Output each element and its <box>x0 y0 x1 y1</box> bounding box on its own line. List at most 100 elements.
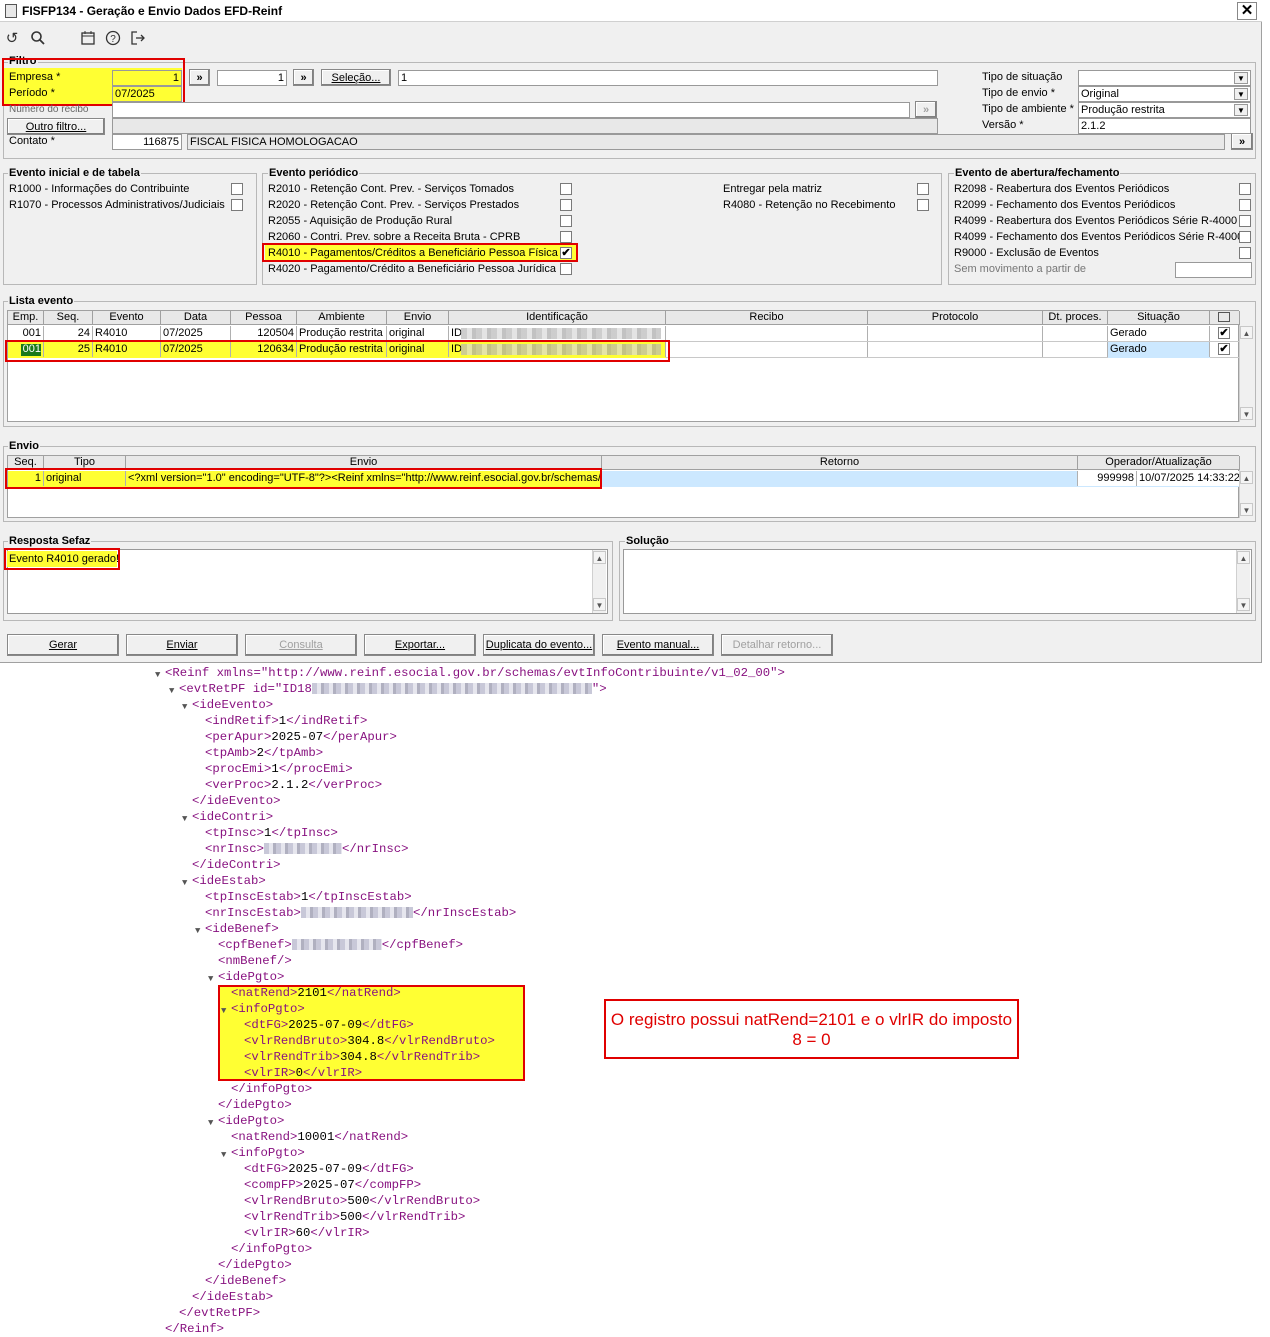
column-header[interactable]: Pessoa <box>231 311 297 325</box>
sem-movimento-input[interactable] <box>1175 262 1252 278</box>
column-header[interactable]: Evento <box>93 311 161 325</box>
tipo-envio-select[interactable]: Original <box>1078 86 1251 102</box>
contato-input[interactable]: 116875 <box>112 134 182 150</box>
column-chooser-icon[interactable] <box>1218 312 1230 322</box>
help-icon[interactable]: ? <box>104 30 122 48</box>
evento-manual-button[interactable]: Evento manual... <box>602 634 714 656</box>
evento-periodico-item: R2010 - Retenção Cont. Prev. - Serviços … <box>268 183 514 195</box>
solucao-textarea[interactable] <box>623 549 1252 614</box>
scroll-up-icon[interactable]: ▲ <box>1237 551 1250 564</box>
xml-line: <infoPgto> <box>231 1146 305 1160</box>
r2055-checkbox[interactable] <box>560 215 572 227</box>
chevron-down-icon[interactable]: ▼ <box>1234 72 1248 84</box>
evento-inicial-item: R1000 - Informações do Contribuinte <box>9 183 190 195</box>
row-checkbox[interactable]: ✔ <box>1218 343 1230 355</box>
column-header[interactable]: Ambiente <box>297 311 387 325</box>
column-header[interactable]: Dt. proces. <box>1043 311 1108 325</box>
scroll-down-icon[interactable]: ▼ <box>1240 503 1253 516</box>
r4099-fechamento-checkbox[interactable] <box>1239 231 1251 243</box>
resposta-scrollbar[interactable]: ▲ ▼ <box>592 550 606 613</box>
r4020-checkbox[interactable] <box>560 263 572 275</box>
scroll-up-icon[interactable]: ▲ <box>1240 471 1253 484</box>
xml-line: <dtFG>2025-07-09</dtFG> <box>244 1162 414 1176</box>
collapse-triangle-icon[interactable]: ▼ <box>182 699 187 715</box>
r2020-checkbox[interactable] <box>560 199 572 211</box>
envio-scrollbar[interactable]: ▲ ▼ <box>1239 470 1253 518</box>
collapse-triangle-icon[interactable]: ▼ <box>208 1115 213 1131</box>
scroll-down-icon[interactable]: ▼ <box>1237 598 1250 611</box>
column-header[interactable]: Recibo <box>666 311 868 325</box>
xml-line: <procEmi>1</procEmi> <box>205 762 353 776</box>
scroll-up-icon[interactable]: ▲ <box>593 551 606 564</box>
tipo-situacao-select[interactable] <box>1078 70 1251 86</box>
collapse-triangle-icon[interactable]: ▼ <box>221 1147 226 1163</box>
r2098-checkbox[interactable] <box>1239 183 1251 195</box>
collapse-triangle-icon[interactable]: ▼ <box>208 971 213 987</box>
empresa2-input[interactable]: 1 <box>217 70 287 86</box>
entregar-matriz-checkbox[interactable] <box>917 183 929 195</box>
calendar-icon[interactable] <box>79 30 97 48</box>
chevron-down-icon[interactable]: ▼ <box>1234 88 1248 100</box>
search-icon[interactable] <box>29 30 47 48</box>
scroll-down-icon[interactable]: ▼ <box>1240 407 1253 420</box>
r4080-checkbox[interactable] <box>917 199 929 211</box>
exit-icon[interactable] <box>129 30 147 48</box>
xml-line: <ideContri> <box>192 810 274 824</box>
r4099-reabertura-checkbox[interactable] <box>1239 215 1251 227</box>
collapse-triangle-icon[interactable]: ▼ <box>182 811 187 827</box>
column-header[interactable]: Data <box>161 311 231 325</box>
collapse-triangle-icon[interactable]: ▼ <box>182 875 187 891</box>
select-all-column-header[interactable] <box>1210 311 1240 325</box>
exportar-button[interactable]: Exportar... <box>364 634 476 656</box>
xml-line: </Reinf> <box>165 1322 225 1336</box>
column-header[interactable]: Seq. <box>44 311 93 325</box>
collapse-triangle-icon[interactable]: ▼ <box>221 1003 226 1019</box>
r2099-checkbox[interactable] <box>1239 199 1251 211</box>
undo-icon[interactable]: ↺ <box>3 30 21 48</box>
empresa2-next-button[interactable]: » <box>293 69 314 86</box>
close-button[interactable]: ✕ <box>1237 2 1257 20</box>
column-header[interactable]: Emp. <box>8 311 44 325</box>
column-header[interactable]: Identificação <box>449 311 666 325</box>
xml-line: <tpInscEstab>1</tpInscEstab> <box>205 890 412 904</box>
duplicata-evento-button[interactable]: Duplicata do evento... <box>483 634 595 656</box>
lista-scrollbar[interactable]: ▲ ▼ <box>1239 325 1253 422</box>
selecao-button[interactable]: Seleção... <box>321 69 391 86</box>
column-header[interactable]: Situação <box>1108 311 1210 325</box>
row-checkbox[interactable]: ✔ <box>1218 327 1230 339</box>
numero-recibo-input[interactable] <box>112 102 910 118</box>
contato-next-button[interactable]: » <box>1231 133 1253 150</box>
column-header[interactable]: Protocolo <box>868 311 1043 325</box>
column-header[interactable]: Operador/Atualização <box>1078 456 1240 470</box>
column-header[interactable]: Envio <box>387 311 449 325</box>
tipo-situacao-label: Tipo de situação <box>982 71 1063 83</box>
selecao-input[interactable]: 1 <box>398 70 938 86</box>
redacted-value <box>264 843 343 855</box>
tipo-ambiente-select[interactable]: Produção restrita <box>1078 102 1251 118</box>
gerar-button[interactable]: Gerar <box>7 634 119 656</box>
lista-evento-label: Lista evento <box>8 295 75 307</box>
xml-line: <tpInsc>1</tpInsc> <box>205 826 338 840</box>
redacted-id <box>461 328 661 339</box>
chevron-down-icon[interactable]: ▼ <box>1234 104 1248 116</box>
outro-filtro-button[interactable]: Outro filtro... <box>7 118 105 135</box>
r1000-checkbox[interactable] <box>231 183 243 195</box>
detalhar-retorno-button[interactable]: Detalhar retorno... <box>721 634 833 656</box>
empresa-next-button[interactable]: » <box>189 69 210 86</box>
enviar-button[interactable]: Enviar <box>126 634 238 656</box>
r9000-checkbox[interactable] <box>1239 247 1251 259</box>
r1070-checkbox[interactable] <box>231 199 243 211</box>
collapse-triangle-icon[interactable]: ▼ <box>169 683 174 699</box>
collapse-triangle-icon[interactable]: ▼ <box>155 667 160 683</box>
collapse-triangle-icon[interactable]: ▼ <box>195 923 200 939</box>
r2060-checkbox[interactable] <box>560 231 572 243</box>
versao-select[interactable]: 2.1.2 <box>1078 118 1251 134</box>
column-header[interactable]: Retorno <box>602 456 1078 470</box>
consulta-button[interactable]: Consulta <box>245 634 357 656</box>
solucao-scrollbar[interactable]: ▲ ▼ <box>1236 550 1250 613</box>
r2010-checkbox[interactable] <box>560 183 572 195</box>
recibo-next-button[interactable]: » <box>915 101 937 118</box>
xml-line: <vlrIR>60</vlrIR> <box>244 1226 370 1240</box>
scroll-up-icon[interactable]: ▲ <box>1240 326 1253 339</box>
scroll-down-icon[interactable]: ▼ <box>593 598 606 611</box>
